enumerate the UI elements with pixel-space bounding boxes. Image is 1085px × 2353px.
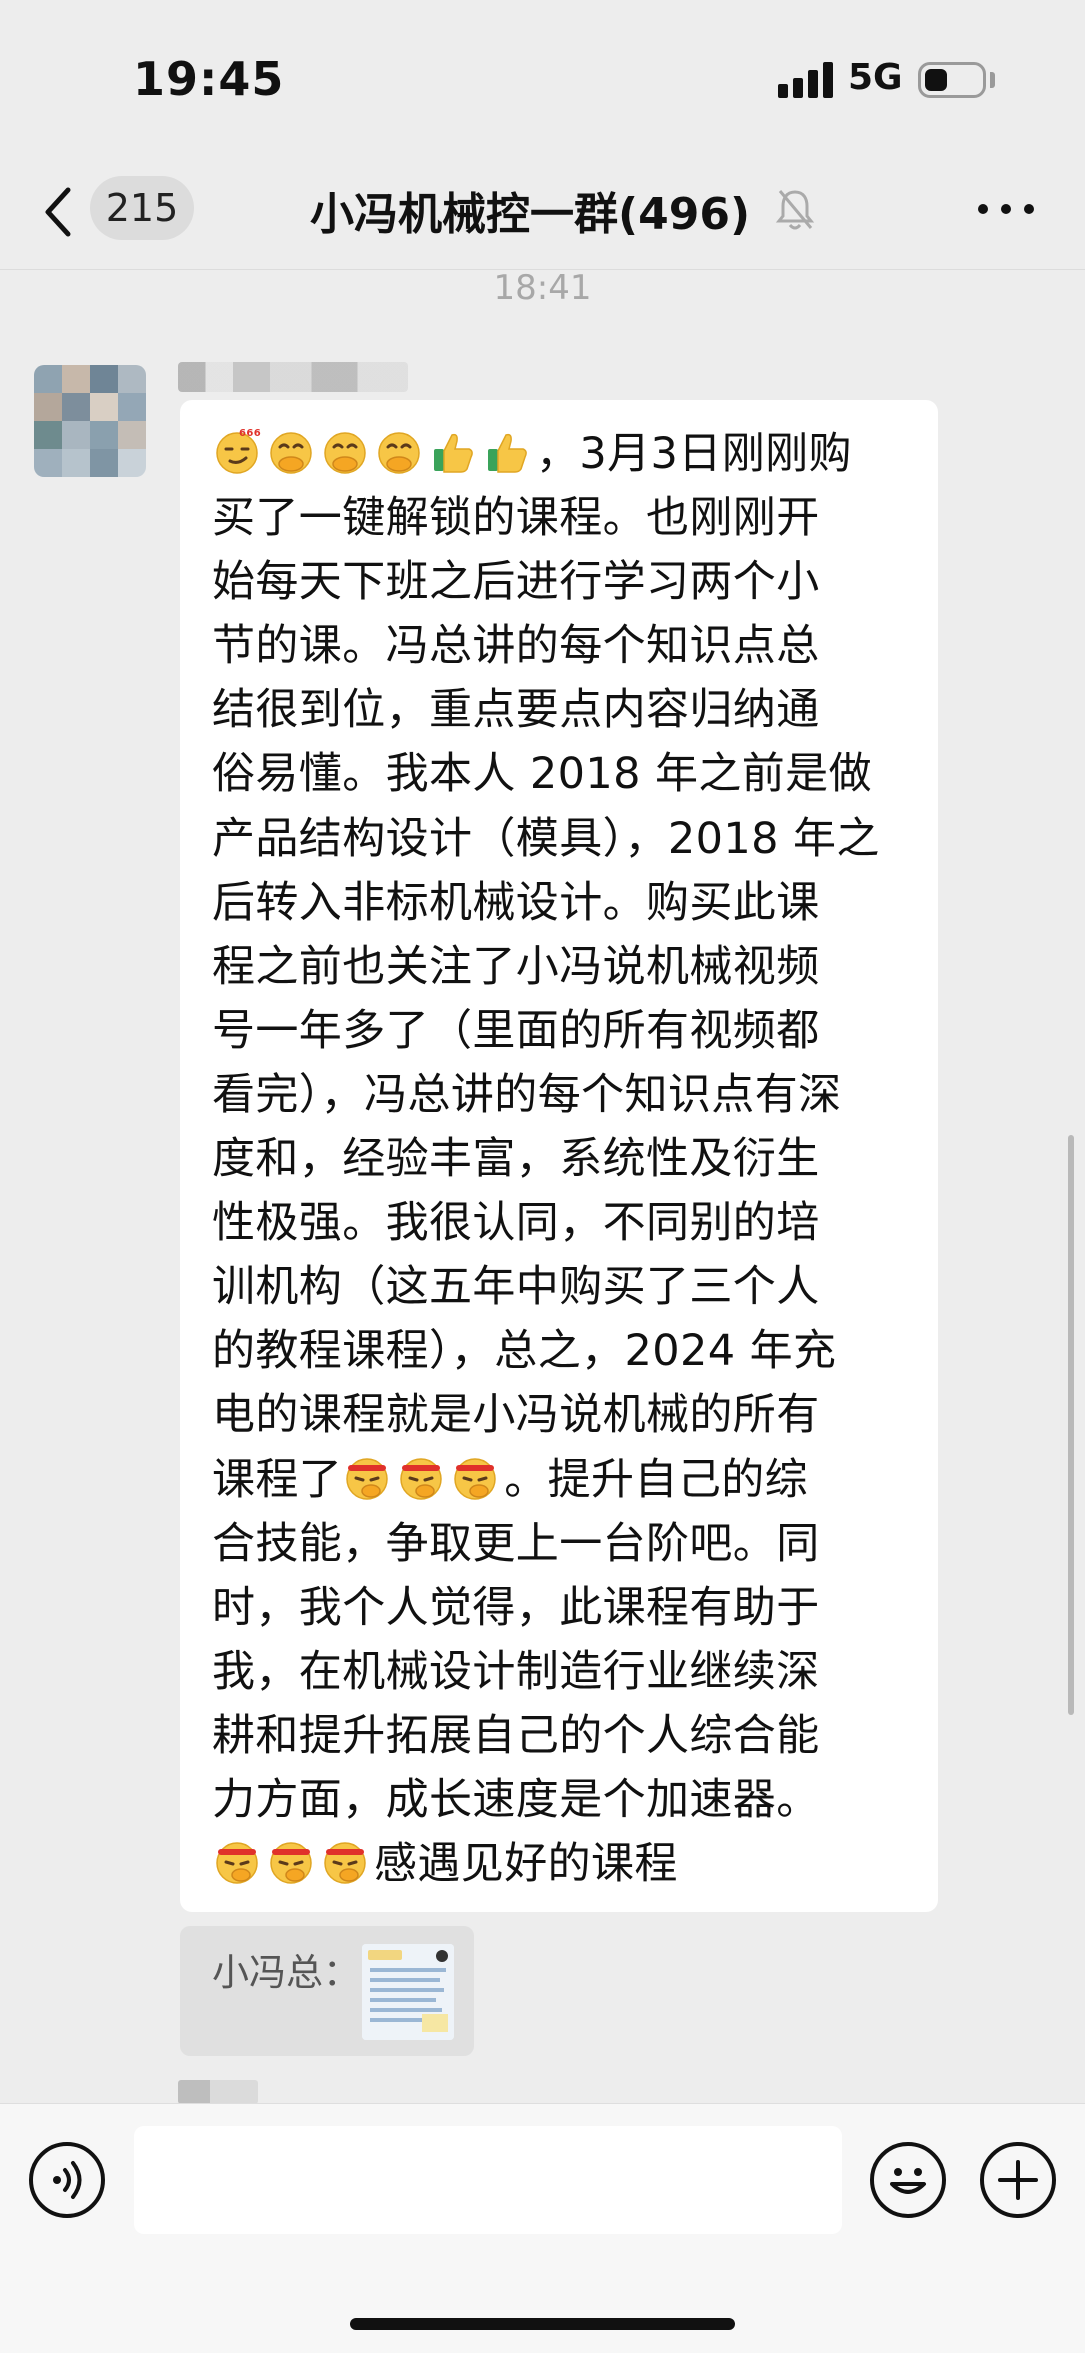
thumbs-up-emoji (428, 429, 482, 479)
message-line-text: 训机构（这五年中购买了三个人 (212, 1262, 820, 1313)
hand-over-mouth-emoji (320, 429, 374, 479)
message-line: 看完），冯总讲的每个知识点有深 (212, 1063, 912, 1127)
battery-tip (990, 72, 995, 88)
headband-emoji (396, 1455, 450, 1505)
network-type: 5G (848, 57, 903, 98)
back-button[interactable] (38, 182, 78, 242)
hand-over-mouth-emoji (266, 429, 320, 479)
next-sender-name-blurred (178, 2080, 258, 2104)
chat-title[interactable]: 小冯机械控一群(496) (310, 178, 750, 242)
chat-nav-bar: 215 小冯机械控一群(496) (0, 150, 1085, 270)
sender-avatar[interactable] (34, 365, 146, 477)
message-line: 度和，经验丰富，系统性及衍生 (212, 1127, 912, 1191)
message-line-text: ，3月3日刚刚购 (536, 429, 852, 479)
quote-author: 小冯总： (212, 1951, 360, 1994)
message-line-text: 始每天下班之后进行学习两个小 (212, 557, 820, 608)
message-line: 始每天下班之后进行学习两个小 (212, 550, 912, 614)
message-line: 力方面，成长速度是个加速器。 (212, 1768, 912, 1832)
message-line: 训机构（这五年中购买了三个人 (212, 1255, 912, 1319)
message-line: 后转入非标机械设计。购买此课 (212, 871, 912, 935)
headband-emoji (212, 1839, 266, 1889)
message-line-text: 时，我个人觉得，此课程有助于 (212, 1582, 820, 1633)
message-line-text: 程之前也关注了小冯说机械视频 (212, 941, 820, 992)
message-line: 程之前也关注了小冯说机械视频 (212, 935, 912, 999)
message-line: 节的课。冯总讲的每个知识点总 (212, 614, 912, 678)
cellular-signal-icon (778, 62, 834, 98)
message-input[interactable] (134, 2126, 842, 2234)
message-line-text: 后转入非标机械设计。购买此课 (212, 877, 820, 928)
message-line: 的教程课程），总之，2024 年充 (212, 1319, 912, 1383)
status-time: 19:45 (133, 52, 285, 106)
message-line: 俗易懂。我本人 2018 年之前是做 (212, 742, 912, 806)
message-line-text: 。提升自己的综 (504, 1454, 809, 1505)
message-line-text: 节的课。冯总讲的每个知识点总 (212, 621, 820, 672)
quote-image-thumbnail[interactable] (362, 1944, 454, 2040)
message-line: 性极强。我很认同，不同别的培 (212, 1191, 912, 1255)
status-bar: 19:45 5G (0, 0, 1085, 150)
voice-button[interactable] (29, 2142, 105, 2218)
message-line-text: 的教程课程），总之，2024 年充 (212, 1326, 837, 1377)
message-line-text: 买了一键解锁的课程。也刚刚开 (212, 493, 820, 544)
message-line-text: 号一年多了（里面的所有视频都 (212, 1005, 820, 1056)
message-line-text: 课程了 (212, 1454, 343, 1505)
message-line-text: 耕和提升拓展自己的个人综合能 (212, 1710, 820, 1761)
sender-name-blurred (178, 362, 408, 392)
message-text: 666 ，3月3日刚刚购买了一键解锁的课程。也刚刚开 始每天下班之后进行学习两个小节… (212, 422, 912, 1896)
message-line: 感遇见好的课程 (212, 1832, 912, 1896)
message-line: 产品结构设计（模具），2018 年之 (212, 807, 912, 871)
message-line: 666 ，3月3日刚刚购 (212, 422, 912, 486)
message-line: 课程了 。提升自己的综 (212, 1448, 912, 1512)
emoji-button[interactable] (870, 2142, 946, 2218)
message-line-text: 合技能，争取更上一台阶吧。同 (212, 1518, 820, 1569)
message-line-text: 度和，经验丰富，系统性及衍生 (212, 1134, 820, 1185)
message-line: 我，在机械设计制造行业继续深 (212, 1640, 912, 1704)
message-line-text: 电的课程就是小冯说机械的所有 (212, 1390, 820, 1441)
message-line-text: 结很到位，重点要点内容归纳通 (212, 685, 820, 736)
emoji-face-icon (890, 2168, 926, 2194)
headband-emoji (342, 1455, 396, 1505)
message-line-text: 性极强。我很认同，不同别的培 (212, 1198, 820, 1249)
hand-over-mouth-emoji (374, 429, 428, 479)
message-line-text: 产品结构设计（模具），2018 年之 (212, 813, 880, 864)
home-indicator[interactable] (350, 2318, 735, 2330)
message-line: 电的课程就是小冯说机械的所有 (212, 1383, 912, 1447)
message-timestamp: 18:41 (493, 268, 592, 308)
message-line: 合技能，争取更上一台阶吧。同 (212, 1512, 912, 1576)
message-line: 结很到位，重点要点内容归纳通 (212, 678, 912, 742)
message-line: 买了一键解锁的课程。也刚刚开 (212, 486, 912, 550)
headband-emoji (266, 1839, 320, 1889)
more-button[interactable] (976, 200, 1036, 220)
plus-button[interactable] (980, 2142, 1056, 2218)
thumbs-up-emoji (482, 429, 536, 479)
chat-scrollbar[interactable] (1068, 1135, 1074, 1715)
message-line: 号一年多了（里面的所有视频都 (212, 999, 912, 1063)
unread-count-badge[interactable]: 215 (90, 176, 194, 240)
chevron-left-icon (45, 187, 71, 237)
message-line-text: 力方面，成长速度是个加速器。 (212, 1774, 820, 1825)
message-line-text: 我，在机械设计制造行业继续深 (212, 1646, 820, 1697)
message-line-text: 感遇见好的课程 (374, 1839, 678, 1890)
message-line-text: 看完），冯总讲的每个知识点有深 (212, 1069, 842, 1120)
battery-icon (918, 62, 986, 98)
message-line-text: 俗易懂。我本人 2018 年之前是做 (212, 749, 872, 800)
svg-text:666: 666 (239, 428, 261, 439)
headband-emoji (320, 1839, 374, 1889)
headband-emoji (450, 1455, 504, 1505)
smirk-666-emoji: 666 (212, 428, 266, 479)
voice-icon (53, 2161, 82, 2199)
message-line: 时，我个人觉得，此课程有助于 (212, 1576, 912, 1640)
plus-icon (998, 2160, 1038, 2200)
message-line: 耕和提升拓展自己的个人综合能 (212, 1704, 912, 1768)
bell-muted-icon (775, 190, 815, 230)
